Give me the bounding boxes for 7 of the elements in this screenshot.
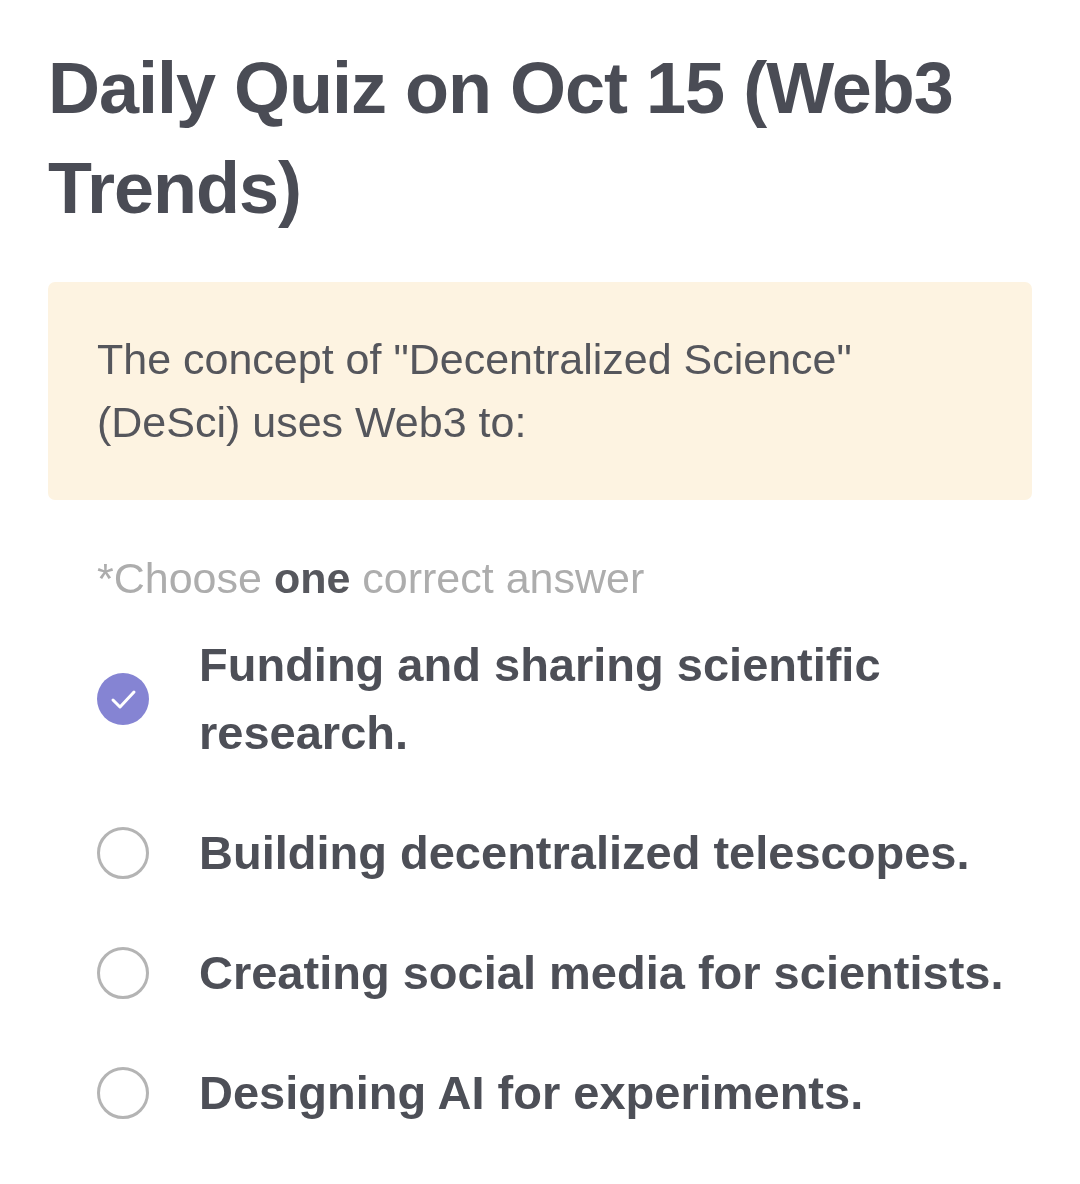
instruction-text: *Choose one correct answer bbox=[97, 553, 645, 603]
question-text: The concept of "Decentralized Science" (DeSci) uses Web3 to: bbox=[97, 334, 853, 448]
answer-option[interactable]: Designing AI for experiments. bbox=[97, 1059, 864, 1127]
answer-option[interactable]: Funding and sharing scientific research. bbox=[97, 631, 1031, 767]
answer-option[interactable]: Creating social media for scientists. bbox=[97, 939, 1004, 1007]
answer-option[interactable]: Building decentralized telescopes. bbox=[97, 819, 970, 887]
quiz-title: Daily Quiz on Oct 15 (Web3 Trends) bbox=[48, 47, 954, 230]
